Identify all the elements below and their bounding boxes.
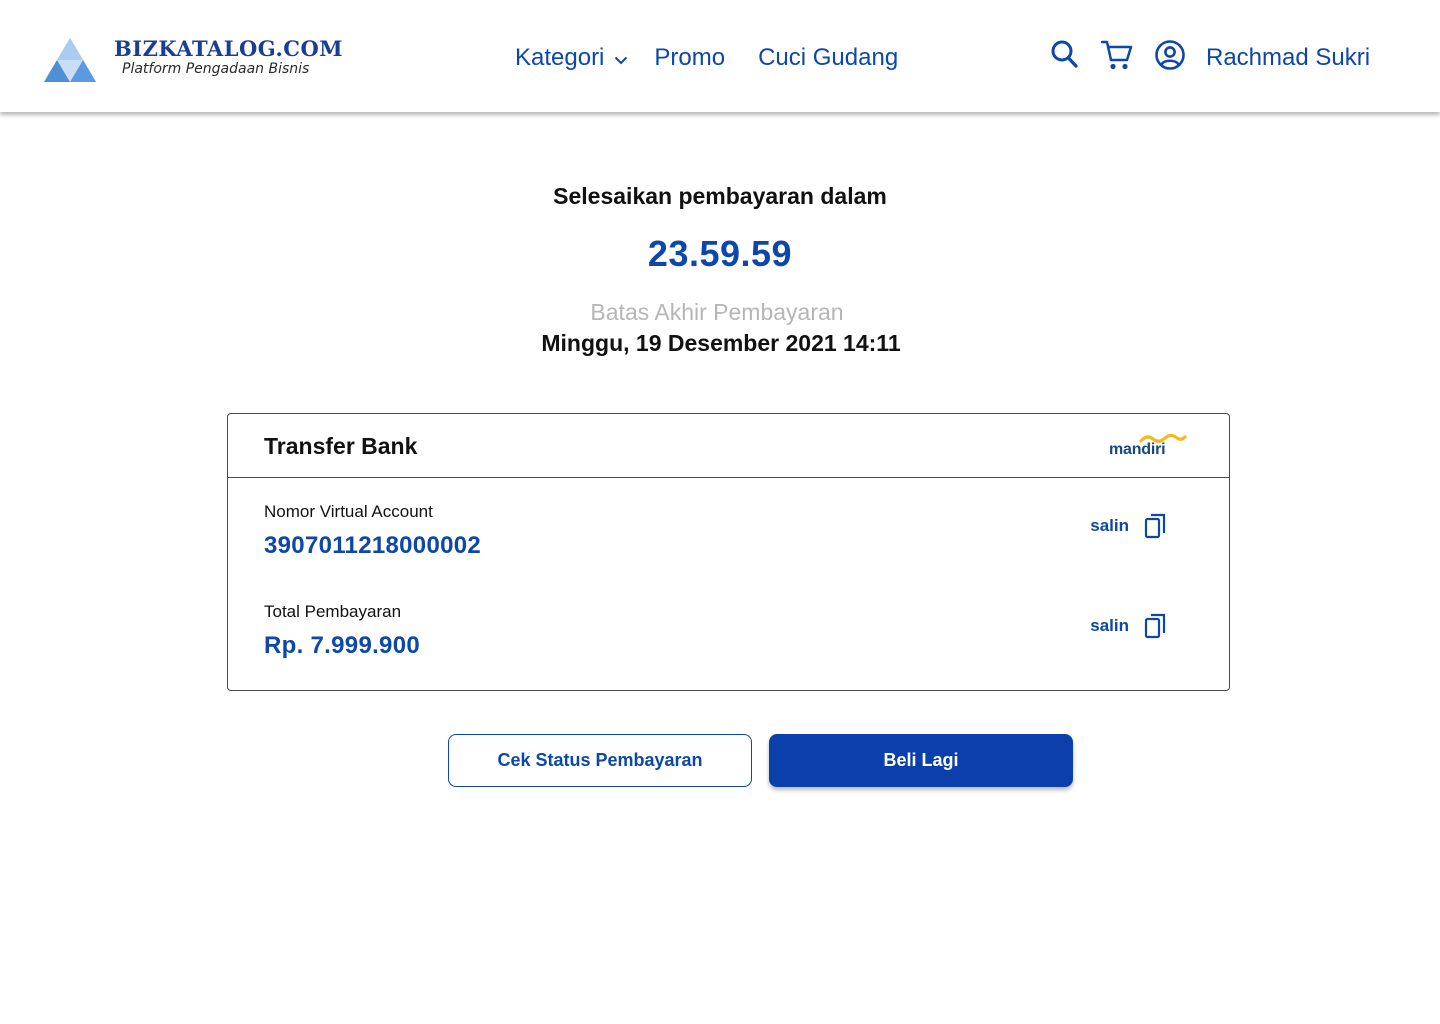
- virtual-account-number: 3907011218000002: [264, 532, 482, 559]
- copy-total-button[interactable]: salin: [1090, 612, 1166, 640]
- bank-logo: mandiri: [1109, 434, 1187, 460]
- virtual-account-label: Nomor Virtual Account: [264, 502, 433, 521]
- nav-item-kategori[interactable]: Kategori: [515, 44, 628, 72]
- total-payment-row: Total Pembayaran Rp. 7.999.900 salin: [264, 602, 1194, 660]
- triangle-logo-icon: [44, 38, 96, 82]
- nav-item-label: Cuci Gudang: [758, 44, 899, 71]
- brand-name: BIZKATALOG.COM: [114, 36, 344, 61]
- main-nav: Kategori Promo Cuci Gudang: [515, 44, 898, 72]
- copy-label: salin: [1090, 516, 1129, 535]
- user-name[interactable]: Rachmad Sukri: [1206, 44, 1370, 72]
- brand-tagline: Platform Pengadaan Bisnis: [122, 61, 310, 77]
- header-actions: Rachmad Sukri: [1050, 38, 1370, 77]
- top-navbar: BIZKATALOG.COM Platform Pengadaan Bisnis…: [0, 0, 1440, 112]
- cart-icon[interactable]: [1100, 38, 1134, 77]
- chevron-down-icon: [615, 56, 628, 64]
- nav-item-promo[interactable]: Promo: [654, 44, 725, 72]
- deadline-label: Batas Akhir Pembayaran: [590, 299, 844, 325]
- nav-item-cuci-gudang[interactable]: Cuci Gudang: [758, 44, 898, 72]
- nav-item-label: Kategori: [515, 44, 605, 71]
- countdown-timer: 23.59.59: [647, 233, 793, 274]
- payment-method-title: Transfer Bank: [264, 433, 418, 459]
- deadline-value: Minggu, 19 Desember 2021 14:11: [541, 330, 901, 356]
- copy-icon: [1144, 613, 1166, 639]
- total-payment-value: Rp. 7.999.900: [264, 632, 420, 659]
- virtual-account-row: Nomor Virtual Account 3907011218000002 s…: [264, 502, 1194, 560]
- buy-again-button[interactable]: Beli Lagi: [769, 734, 1073, 787]
- search-icon[interactable]: [1050, 39, 1080, 76]
- copy-label: salin: [1090, 616, 1129, 635]
- check-payment-status-button[interactable]: Cek Status Pembayaran: [448, 734, 752, 787]
- copy-va-button[interactable]: salin: [1090, 512, 1166, 540]
- countdown-title: Selesaikan pembayaran dalam: [553, 183, 887, 209]
- nav-item-label: Promo: [654, 44, 726, 71]
- brand-logo[interactable]: BIZKATALOG.COM Platform Pengadaan Bisnis: [42, 36, 343, 86]
- bank-name: mandiri: [1109, 441, 1166, 458]
- copy-icon: [1144, 513, 1166, 539]
- total-payment-label: Total Pembayaran: [264, 602, 402, 621]
- payment-details-card: Transfer Bank mandiri Nomor Virtual Acco…: [227, 413, 1230, 691]
- user-icon[interactable]: [1154, 39, 1186, 76]
- payment-method-header: Transfer Bank mandiri: [228, 414, 1229, 478]
